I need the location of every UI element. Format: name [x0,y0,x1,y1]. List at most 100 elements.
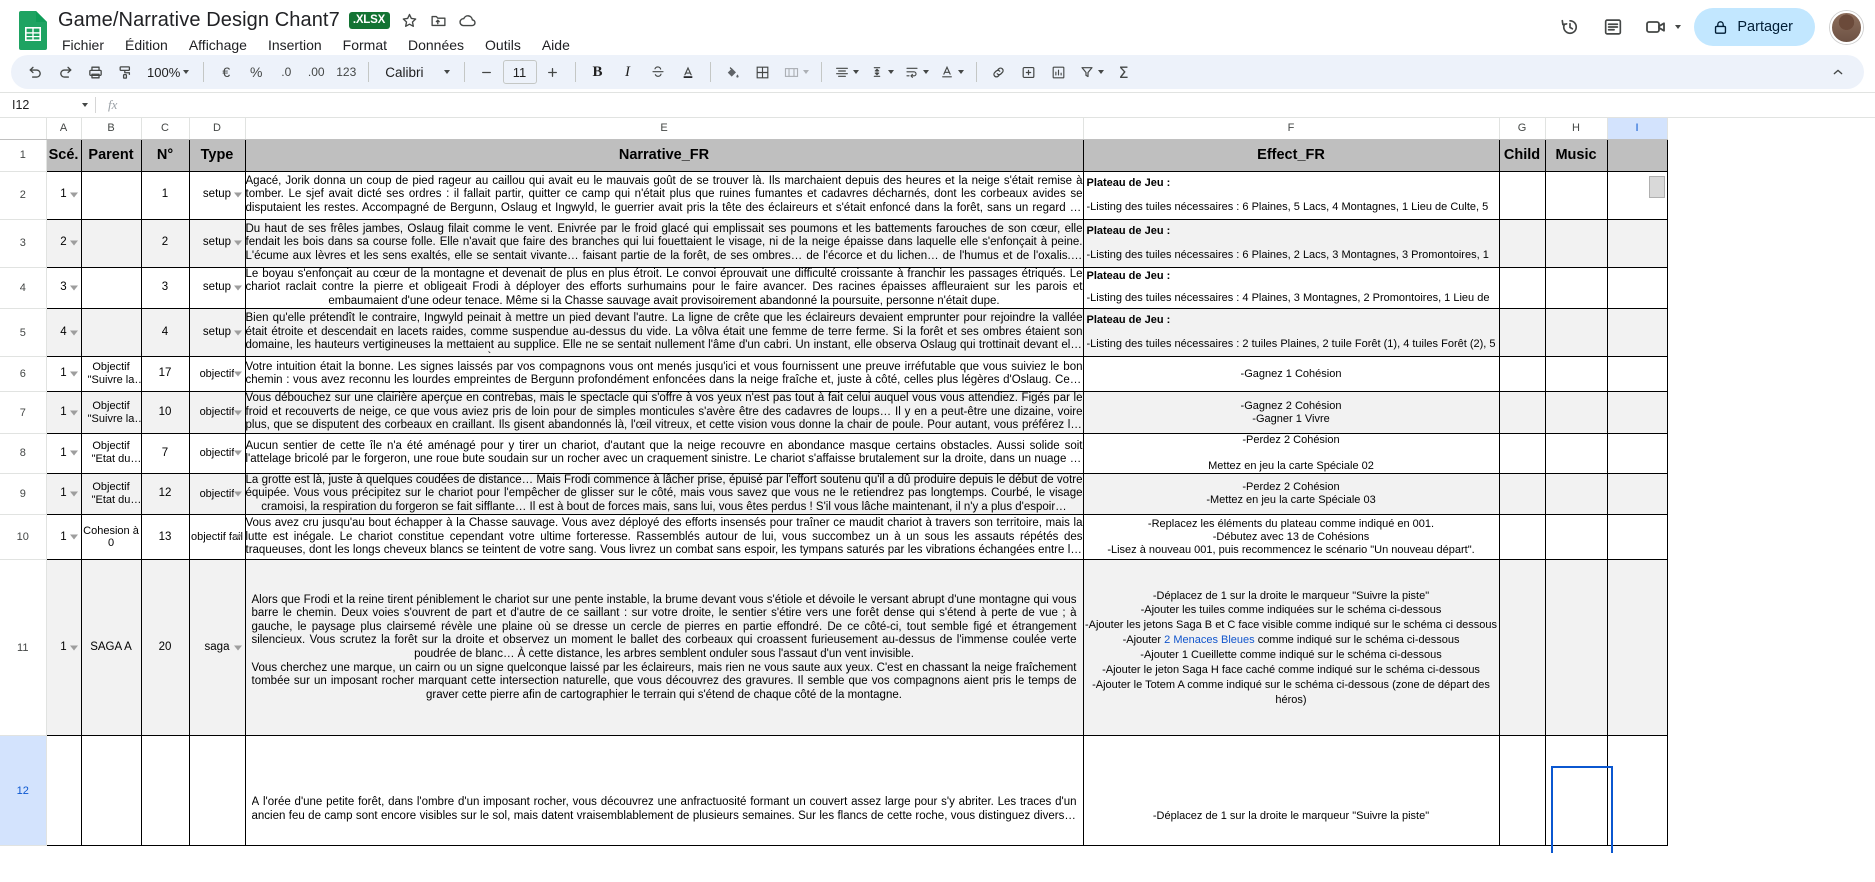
dropdown-arrow-icon[interactable] [69,330,78,336]
cell-parent[interactable]: Objectif "Suivre la piste" [81,391,142,434]
dropdown-arrow-icon[interactable] [233,534,242,540]
cell-extra[interactable] [1607,219,1668,268]
header-cell-effect[interactable]: Effect_FR [1083,139,1500,172]
menu-item-aide[interactable]: Aide [539,36,573,54]
cell-music[interactable] [1545,473,1608,516]
dropdown-arrow-icon[interactable] [233,192,242,198]
cell-child[interactable] [1499,433,1546,474]
cell-narrative[interactable]: Votre intuition était la bonne. Les sign… [245,356,1084,393]
redo-icon[interactable] [51,58,79,86]
cell-type[interactable]: objectif [189,433,246,474]
cell-scene[interactable]: 1 [46,391,82,434]
cell-extra[interactable] [1607,514,1668,561]
cell-type[interactable]: objectif [189,356,246,393]
dropdown-arrow-icon[interactable] [233,330,242,336]
cell-extra[interactable] [1607,473,1668,516]
spreadsheet-grid[interactable]: A B C D E F G H I 1 Scé. Parent N° Type … [0,118,1875,853]
cell-number[interactable]: 13 [141,514,190,561]
cell-effect[interactable]: -Perdez 2 Cohésion -Mettez en jeu la car… [1083,473,1500,516]
version-history-icon[interactable] [1551,8,1589,46]
move-to-folder-icon[interactable] [428,10,448,30]
cell-number[interactable]: 17 [141,356,190,393]
table-row[interactable]: 4 3 3 setup Le boyau s'enfonçait au cœur… [0,267,1668,310]
cell-parent[interactable] [81,267,142,310]
table-row[interactable]: 8 1 Objectif "Etat du Chariot" 7 objecti… [0,433,1668,474]
chevron-down-icon[interactable] [1675,25,1682,29]
filter-icon[interactable] [1075,58,1108,86]
bold-icon[interactable]: B [584,58,612,86]
menu-item-donnees[interactable]: Données [405,36,467,54]
header-cell-narrative[interactable]: Narrative_FR [245,139,1084,172]
print-icon[interactable] [81,58,109,86]
strikethrough-icon[interactable] [644,58,672,86]
column-header-a[interactable]: A [46,118,82,140]
column-header-h[interactable]: H [1545,118,1608,140]
cell-extra[interactable] [1607,356,1668,393]
cell-child[interactable] [1499,219,1546,268]
dropdown-arrow-icon[interactable] [69,371,78,377]
cell-type[interactable]: setup [189,219,246,268]
cell-parent[interactable]: Cohesion à 0 [81,514,142,561]
cell-type[interactable]: objectif [189,473,246,516]
cell-music[interactable] [1545,514,1608,561]
dropdown-arrow-icon[interactable] [233,645,242,651]
fill-color-icon[interactable] [719,58,747,86]
menu-item-format[interactable]: Format [340,36,390,54]
cell-type[interactable] [189,735,246,847]
cell-type[interactable]: setup [189,267,246,310]
cell-child[interactable] [1499,356,1546,393]
table-row[interactable]: 10 1 Cohesion à 0 13 objectif fail Vous … [0,514,1668,561]
cell-narrative[interactable]: Du haut de ses frêles jambes, Oslaug fil… [245,219,1084,268]
dropdown-arrow-icon[interactable] [69,285,78,291]
row-header-12[interactable]: 12 [0,735,47,847]
row-header-1[interactable]: 1 [0,139,47,172]
cell-type[interactable]: saga [189,559,246,737]
cell-extra[interactable] [1607,308,1668,358]
font-size-input[interactable]: 11 [502,60,537,84]
text-color-icon[interactable] [674,58,702,86]
merge-cells-icon[interactable] [779,58,813,86]
cell-narrative[interactable]: Bien qu'elle prétendît le contraire, Ing… [245,308,1084,358]
column-header-g[interactable]: G [1499,118,1546,140]
cell-type[interactable]: objectif fail [189,514,246,561]
table-row[interactable]: 5 4 4 setup Bien qu'elle prétendît le co… [0,308,1668,358]
horizontal-align-icon[interactable] [830,58,863,86]
dropdown-arrow-icon[interactable] [69,645,78,651]
dropdown-arrow-icon[interactable] [69,410,78,416]
menu-item-insertion[interactable]: Insertion [265,36,325,54]
decrease-decimal-icon[interactable]: .0 [272,58,300,86]
row-header-5[interactable]: 5 [0,308,47,358]
decrease-font-size-button[interactable] [473,58,501,86]
row-header-10[interactable]: 10 [0,514,47,561]
cell-narrative[interactable]: Agacé, Jorik donna un coup de pied rageu… [245,171,1084,220]
cell-music[interactable] [1545,391,1608,434]
cell-extra[interactable] [1607,559,1668,737]
cell-extra[interactable] [1607,735,1668,847]
table-row[interactable]: 11 1 SAGA A 20 saga Alors que Frodi et l… [0,559,1668,737]
dropdown-arrow-icon[interactable] [233,285,242,291]
insert-comment-icon[interactable] [1015,58,1043,86]
table-row[interactable]: 12 À l'orée d'une petite forêt, dans l'o… [0,735,1668,847]
cell-effect[interactable]: -Gagnez 1 Cohésion [1083,356,1500,393]
table-row[interactable]: 2 1 1 setup Agacé, Jorik donna un coup d… [0,171,1668,220]
functions-icon[interactable]: Σ [1110,58,1138,86]
cell-effect[interactable]: -Replacez les éléments du plateau comme … [1083,514,1500,561]
document-title[interactable]: Game/Narrative Design Chant7 [58,9,340,32]
row-header-3[interactable]: 3 [0,219,47,268]
cell-parent[interactable] [81,171,142,220]
header-cell-extra[interactable] [1607,139,1668,172]
cell-narrative[interactable]: La grotte est là, juste à quelques coudé… [245,473,1084,516]
font-family-selector[interactable]: Calibri [377,58,455,86]
cell-child[interactable] [1499,473,1546,516]
table-row[interactable]: 7 1 Objectif "Suivre la piste" 10 object… [0,391,1668,434]
table-row[interactable]: 9 1 Objectif "Etat du Chariot" 12 object… [0,473,1668,516]
dropdown-arrow-icon[interactable] [233,491,242,497]
row-header-6[interactable]: 6 [0,356,47,393]
cell-narrative[interactable]: Vous avez cru jusqu'au bout échapper à l… [245,514,1084,561]
cell-scene[interactable]: 1 [46,514,82,561]
meet-camera-icon[interactable] [1637,8,1675,46]
cell-effect[interactable]: -Gagnez 2 Cohésion -Gagner 1 Vivre [1083,391,1500,434]
header-cell-scene[interactable]: Scé. [46,139,82,172]
cell-extra[interactable] [1607,433,1668,474]
menu-item-outils[interactable]: Outils [482,36,524,54]
